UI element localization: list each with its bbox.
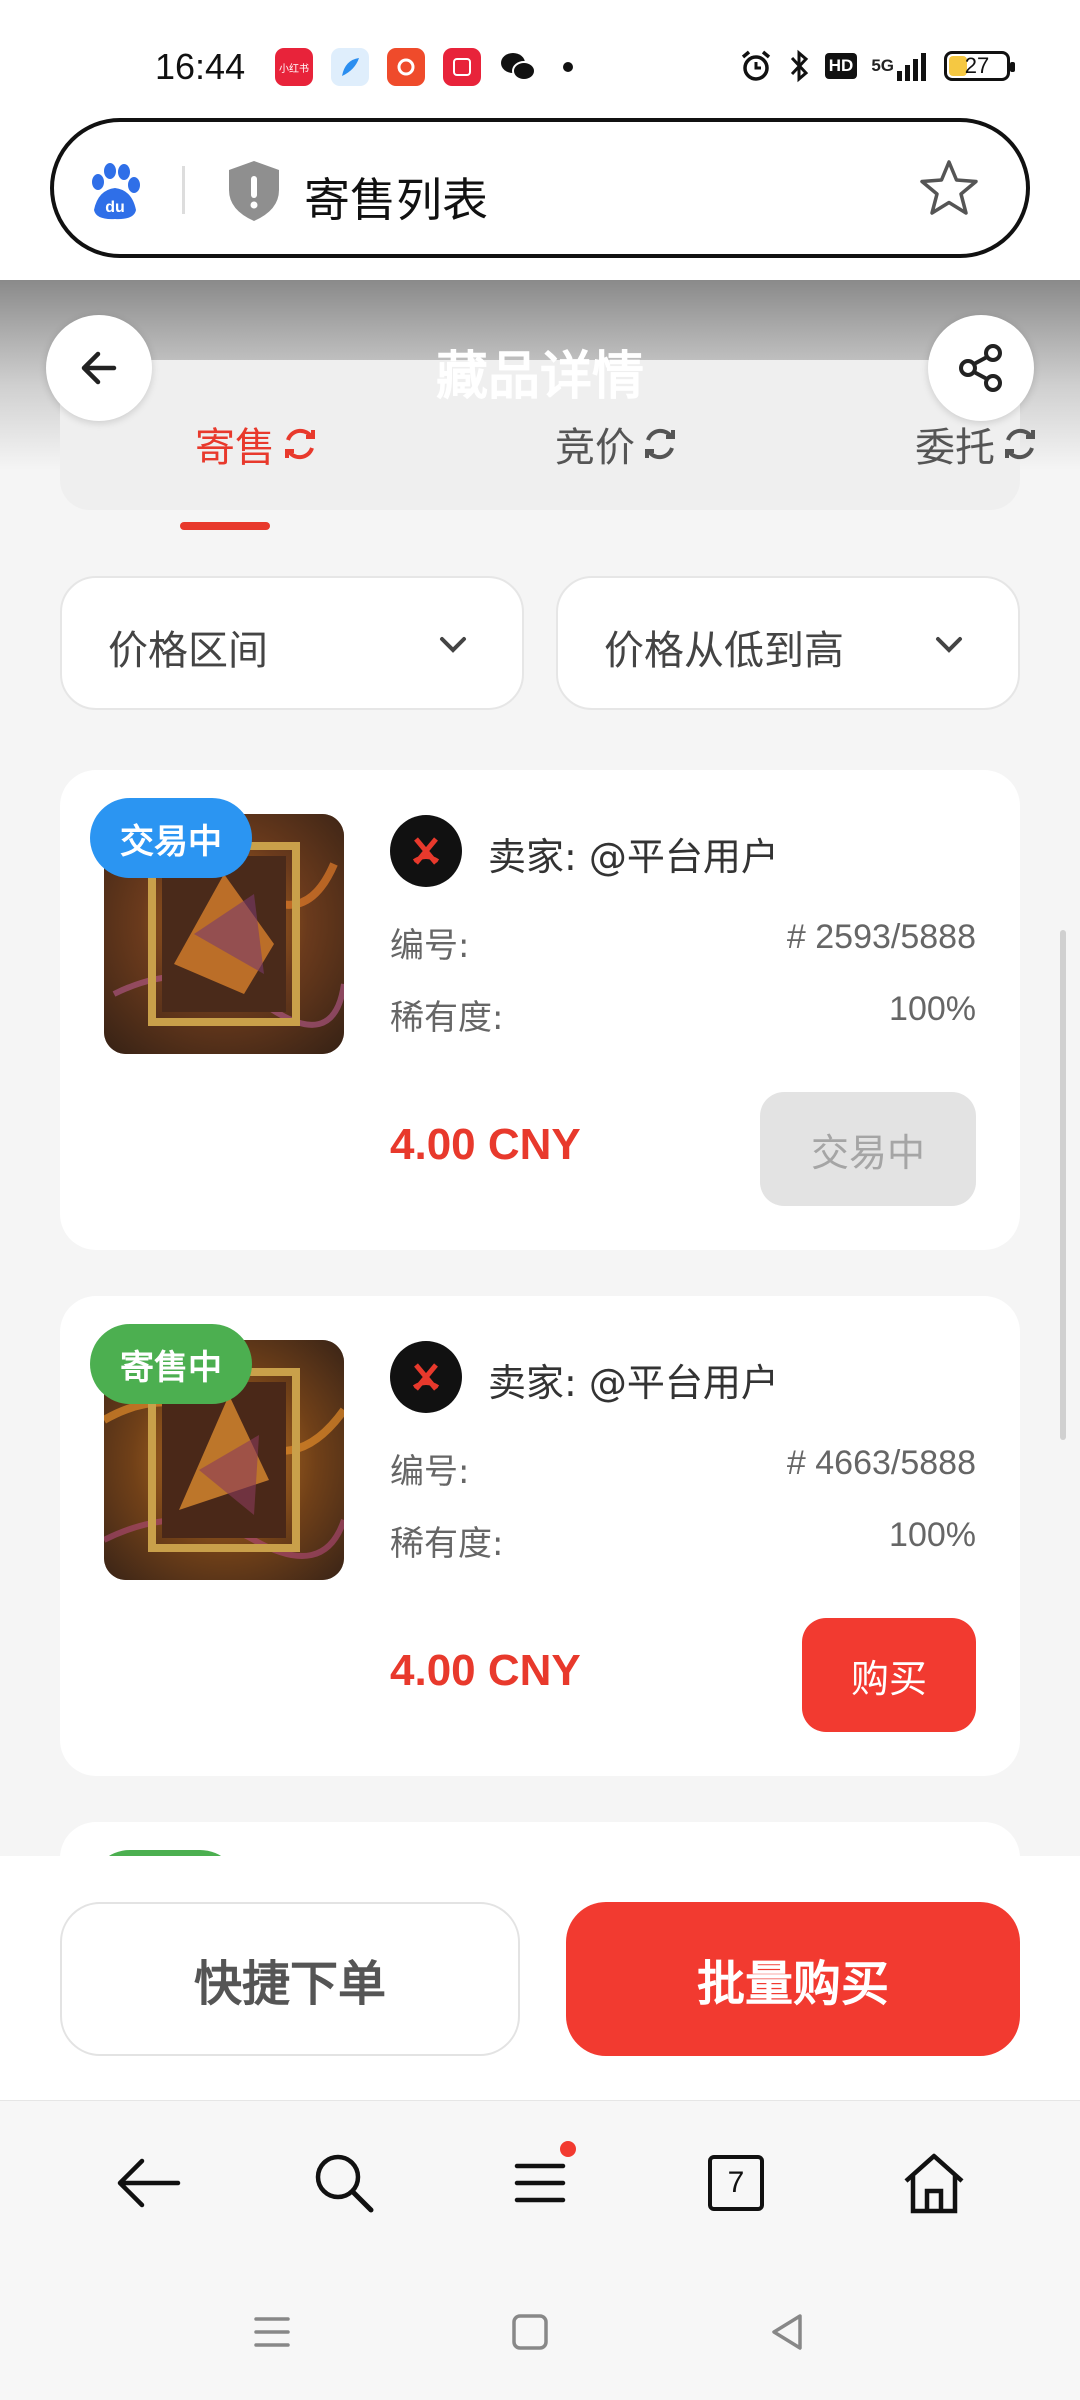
seller-name[interactable]: 卖家: @平台用户 — [488, 1352, 779, 1407]
status-bar: 16:44 小红书 HD 5G 27 — [0, 0, 1080, 112]
menu-icon — [514, 2163, 566, 2203]
browser-toolbar: 7 — [0, 2100, 1080, 2260]
listing-card[interactable]: 交易中 卖家: @平台用户 编号: # 2593/5888 稀有度: 100% … — [60, 770, 1020, 1250]
trading-status-button: 交易中 — [760, 1092, 976, 1206]
status-badge: 交易中 — [90, 798, 252, 878]
share-icon — [959, 344, 1002, 392]
chevron-down-icon — [440, 637, 466, 653]
page-title: 藏品详情 — [435, 347, 644, 407]
rarity-label: 稀有度: — [390, 998, 504, 1038]
rarity-value: 100% — [889, 990, 976, 1028]
listing-card[interactable]: 寄售中 卖家: @平台用户 编号: # 4663/5888 稀有度: 100% … — [60, 1296, 1020, 1776]
refresh-icon — [285, 428, 315, 460]
home-icon — [904, 2153, 964, 2214]
active-tab-indicator — [180, 522, 270, 530]
shield-icon[interactable] — [224, 158, 284, 224]
refresh-icon — [645, 428, 675, 460]
page-address-title[interactable]: 寄售列表 — [304, 164, 488, 230]
status-time: 16:44 — [155, 46, 246, 87]
tab-count: 7 — [708, 2155, 764, 2211]
price: 4.00 CNY — [390, 1120, 581, 1169]
filter-label: 价格区间 — [108, 628, 268, 674]
page-content: 藏品详情 寄售 竞价 委托 价格区间 价格从低到高 交易中 卖家: @平台用户 … — [0, 280, 1080, 1856]
serial-label: 编号: — [390, 1452, 470, 1492]
notification-icons: 小红书 — [275, 48, 573, 86]
back-triangle-icon[interactable] — [766, 2310, 810, 2354]
status-badge: 寄售中 — [90, 1324, 252, 1404]
browser-back-button[interactable] — [108, 2143, 188, 2223]
search-icon — [315, 2154, 374, 2213]
seller-avatar[interactable] — [390, 815, 462, 887]
share-button[interactable] — [928, 315, 1034, 421]
home-square-icon[interactable] — [508, 2310, 552, 2354]
baidu-logo[interactable]: du — [84, 162, 144, 222]
xiaohongshu-icon: 小红书 — [275, 48, 313, 86]
browser-home-button[interactable] — [894, 2143, 974, 2223]
system-navigation-bar — [0, 2260, 1080, 2400]
alarm-icon — [739, 48, 773, 84]
serial-label: 编号: — [390, 926, 470, 966]
shopping-app-icon — [387, 48, 425, 86]
signal-5g-icon: 5G — [871, 48, 930, 84]
quick-order-button[interactable]: 快捷下单 — [60, 1902, 520, 2056]
star-icon[interactable] — [916, 156, 982, 222]
address-separator — [182, 166, 185, 214]
tab-label: 委托 — [915, 425, 995, 471]
browser-address-area: du 寄售列表 — [0, 112, 1080, 280]
battery-icon: 27 — [944, 48, 1015, 84]
price: 4.00 CNY — [390, 1646, 581, 1695]
more-notifications-dot — [563, 62, 573, 72]
price-range-filter[interactable]: 价格区间 — [60, 576, 524, 710]
tab-label: 竞价 — [555, 425, 635, 471]
svg-text:du: du — [105, 199, 125, 216]
menu-notification-dot — [560, 2141, 576, 2157]
tab-bidding[interactable]: 竞价 — [555, 415, 681, 473]
seller-name[interactable]: 卖家: @平台用户 — [488, 826, 779, 881]
batch-buy-button[interactable]: 批量购买 — [566, 1902, 1020, 2056]
rarity-value: 100% — [889, 1516, 976, 1554]
serial-value: # 2593/5888 — [786, 918, 976, 956]
system-icons: HD 5G 27 — [739, 48, 1015, 84]
tab-label: 寄售 — [195, 425, 275, 471]
scrollbar[interactable] — [1060, 930, 1066, 1440]
feather-app-icon — [331, 48, 369, 86]
wechat-icon — [499, 48, 537, 86]
bluetooth-icon — [787, 48, 811, 84]
refresh-icon — [1005, 428, 1035, 460]
browser-search-button[interactable] — [304, 2143, 384, 2223]
filter-label: 价格从低到高 — [604, 628, 844, 674]
seller-avatar[interactable] — [390, 1341, 462, 1413]
bottom-action-bar: 快捷下单 批量购买 — [0, 1856, 1080, 2100]
arrow-left-icon — [117, 2158, 181, 2208]
price-sort-filter[interactable]: 价格从低到高 — [556, 576, 1020, 710]
serial-value: # 4663/5888 — [786, 1444, 976, 1482]
tab-commission[interactable]: 委托 — [915, 415, 1041, 473]
hd-icon: HD — [824, 48, 858, 84]
buy-button[interactable]: 购买 — [802, 1618, 976, 1732]
recent-apps-icon[interactable] — [250, 2310, 294, 2354]
browser-menu-button[interactable] — [500, 2141, 580, 2223]
browser-tabs-button[interactable]: 7 — [696, 2143, 776, 2223]
tab-consignment[interactable]: 寄售 — [195, 415, 321, 473]
address-bar[interactable]: du 寄售列表 — [50, 118, 1030, 258]
listing-card[interactable] — [60, 1822, 1020, 1856]
taobao-event-icon — [443, 48, 481, 86]
rarity-label: 稀有度: — [390, 1524, 504, 1564]
chevron-down-icon — [936, 637, 962, 653]
